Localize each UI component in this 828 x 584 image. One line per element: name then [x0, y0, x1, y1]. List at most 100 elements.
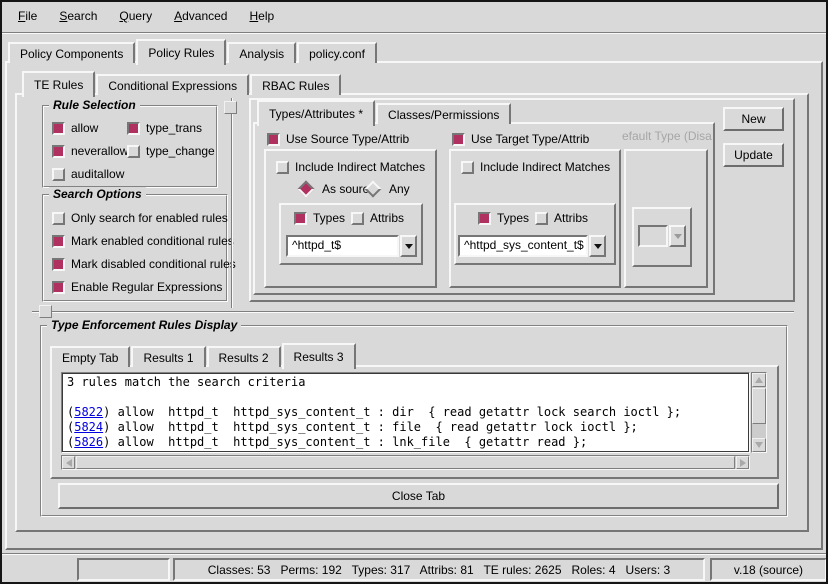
tab-te-rules[interactable]: TE Rules	[22, 71, 95, 97]
blank-line	[67, 390, 744, 405]
tab-policy-components[interactable]: Policy Components	[8, 42, 135, 63]
checkbox-label: Use Source Type/Attrib	[286, 132, 409, 146]
chevron-down-icon	[674, 234, 682, 239]
checkbox-source-indirect[interactable]: Include Indirect Matches	[276, 160, 425, 174]
checkbox-indicator	[351, 212, 364, 225]
checkbox-target-indirect[interactable]: Include Indirect Matches	[461, 160, 610, 174]
rule-text: ) allow httpd_t httpd_sys_content_t : di…	[103, 405, 681, 419]
source-type-combobox: ^httpd_t$	[286, 235, 417, 257]
vertical-sash-line	[231, 98, 233, 308]
menu-file[interactable]: File	[12, 7, 43, 25]
vertical-scroll-thumb[interactable]	[752, 388, 766, 424]
rule-selection-title: Rule Selection	[49, 98, 140, 112]
tab-analysis[interactable]: Analysis	[227, 42, 296, 63]
checkbox-label: Use Target Type/Attrib	[471, 132, 589, 146]
scroll-down-button[interactable]	[752, 438, 766, 452]
checkbox-indicator	[52, 212, 65, 225]
results-text-frame: 3 rules match the search criteria (5822)…	[61, 372, 750, 453]
scroll-left-button[interactable]	[62, 456, 75, 469]
tab-policy-rules[interactable]: Policy Rules	[136, 39, 226, 65]
checkbox-label: auditallow	[71, 167, 124, 181]
checkbox-target-attribs[interactable]: Attribs	[535, 211, 588, 225]
status-panel-stats: Classes: 53 Perms: 192 Types: 317 Attrib…	[173, 558, 705, 581]
tab-types-attributes[interactable]: Types/Attributes *	[257, 100, 375, 126]
checkbox-indicator	[52, 235, 65, 248]
checkbox-source-types[interactable]: Types	[294, 211, 345, 225]
default-type-entry	[638, 225, 668, 247]
rule-id-link-5824[interactable]: 5824	[74, 420, 103, 434]
menu-query[interactable]: Query	[113, 7, 158, 25]
target-type-combobox: ^httpd_sys_content_t$	[458, 235, 606, 257]
menu-bar: File Search Query Advanced Help	[4, 2, 824, 30]
checkbox-use-source-type[interactable]: Use Source Type/Attrib	[267, 132, 409, 146]
source-type-dropdown-button[interactable]	[400, 235, 417, 257]
default-type-combobox	[638, 225, 686, 247]
checkbox-source-attribs[interactable]: Attribs	[351, 211, 404, 225]
tab-results-2[interactable]: Results 2	[207, 346, 281, 367]
arrow-left-icon	[66, 459, 72, 467]
update-button[interactable]: Update	[723, 143, 784, 167]
scroll-right-button[interactable]	[736, 456, 749, 469]
search-options-title: Search Options	[49, 187, 146, 201]
tab-conditional-expressions[interactable]: Conditional Expressions	[96, 74, 249, 95]
tab-empty[interactable]: Empty Tab	[50, 346, 130, 367]
checkbox-indicator	[52, 258, 65, 271]
source-type-entry[interactable]: ^httpd_t$	[286, 235, 399, 257]
checkbox-indicator	[127, 122, 140, 135]
results-horizontal-scrollbar[interactable]	[61, 455, 750, 470]
checkbox-indicator	[52, 145, 65, 158]
menu-separator	[2, 32, 826, 34]
horizontal-scroll-thumb[interactable]	[76, 456, 735, 469]
menu-help[interactable]: Help	[243, 7, 280, 25]
tab-classes-permissions[interactable]: Classes/Permissions	[376, 103, 511, 124]
checkbox-indicator	[276, 161, 289, 174]
tab-policy-conf[interactable]: policy.conf	[297, 42, 377, 63]
menu-search[interactable]: Search	[53, 7, 103, 25]
radio-indicator	[365, 181, 382, 198]
checkbox-type-trans[interactable]: type_trans	[127, 121, 202, 135]
checkbox-label: type_trans	[146, 121, 202, 135]
target-type-entry[interactable]: ^httpd_sys_content_t$	[458, 235, 588, 257]
arrow-down-icon	[755, 442, 763, 448]
chevron-down-icon	[405, 244, 413, 249]
checkbox-label: allow	[71, 121, 98, 135]
checkbox-indicator	[267, 133, 280, 146]
checkbox-indicator	[52, 168, 65, 181]
checkbox-type-change[interactable]: type_change	[127, 144, 215, 158]
menu-advanced[interactable]: Advanced	[168, 7, 233, 25]
vertical-sash-handle[interactable]	[224, 101, 237, 114]
new-button[interactable]: New	[723, 107, 784, 131]
radio-any[interactable]: Any	[365, 182, 410, 196]
checkbox-label: Mark enabled conditional rules	[71, 234, 234, 248]
checkbox-indicator	[294, 212, 307, 225]
tab-results-3[interactable]: Results 3	[282, 343, 356, 369]
checkbox-label: Only search for enabled rules	[71, 211, 228, 225]
close-tab-button[interactable]: Close Tab	[58, 483, 779, 509]
apol-window: File Search Query Advanced Help Policy C…	[0, 0, 828, 584]
checkbox-mark-disabled-conditional[interactable]: Mark disabled conditional rules	[52, 257, 236, 271]
checkbox-target-types[interactable]: Types	[478, 211, 529, 225]
checkbox-mark-enabled-conditional[interactable]: Mark enabled conditional rules	[52, 234, 234, 248]
te-rules-display-title: Type Enforcement Rules Display	[47, 318, 241, 332]
checkbox-neverallow[interactable]: neverallow	[52, 144, 128, 158]
checkbox-label: neverallow	[71, 144, 128, 158]
horizontal-sash-handle[interactable]	[39, 305, 52, 318]
checkbox-only-enabled-rules[interactable]: Only search for enabled rules	[52, 211, 228, 225]
target-type-dropdown-button[interactable]	[589, 235, 606, 257]
checkbox-label: Mark disabled conditional rules	[71, 257, 236, 271]
rule-id-link-5826[interactable]: 5826	[74, 435, 103, 449]
status-panel-version: v.18 (source)	[710, 558, 827, 581]
checkbox-auditallow[interactable]: auditallow	[52, 167, 124, 181]
checkbox-label: Include Indirect Matches	[295, 160, 425, 174]
checkbox-indicator	[535, 212, 548, 225]
rule-id-link-5822[interactable]: 5822	[74, 405, 103, 419]
scroll-up-button[interactable]	[752, 373, 766, 387]
checkbox-enable-regex[interactable]: Enable Regular Expressions	[52, 280, 222, 294]
results-text-area[interactable]: 3 rules match the search criteria (5822)…	[62, 373, 749, 452]
tab-rbac-rules[interactable]: RBAC Rules	[250, 74, 341, 95]
checkbox-label: Enable Regular Expressions	[71, 280, 222, 294]
checkbox-allow[interactable]: allow	[52, 121, 98, 135]
tab-results-1[interactable]: Results 1	[131, 346, 205, 367]
checkbox-use-target-type[interactable]: Use Target Type/Attrib	[452, 132, 589, 146]
results-vertical-scrollbar[interactable]	[751, 372, 767, 453]
